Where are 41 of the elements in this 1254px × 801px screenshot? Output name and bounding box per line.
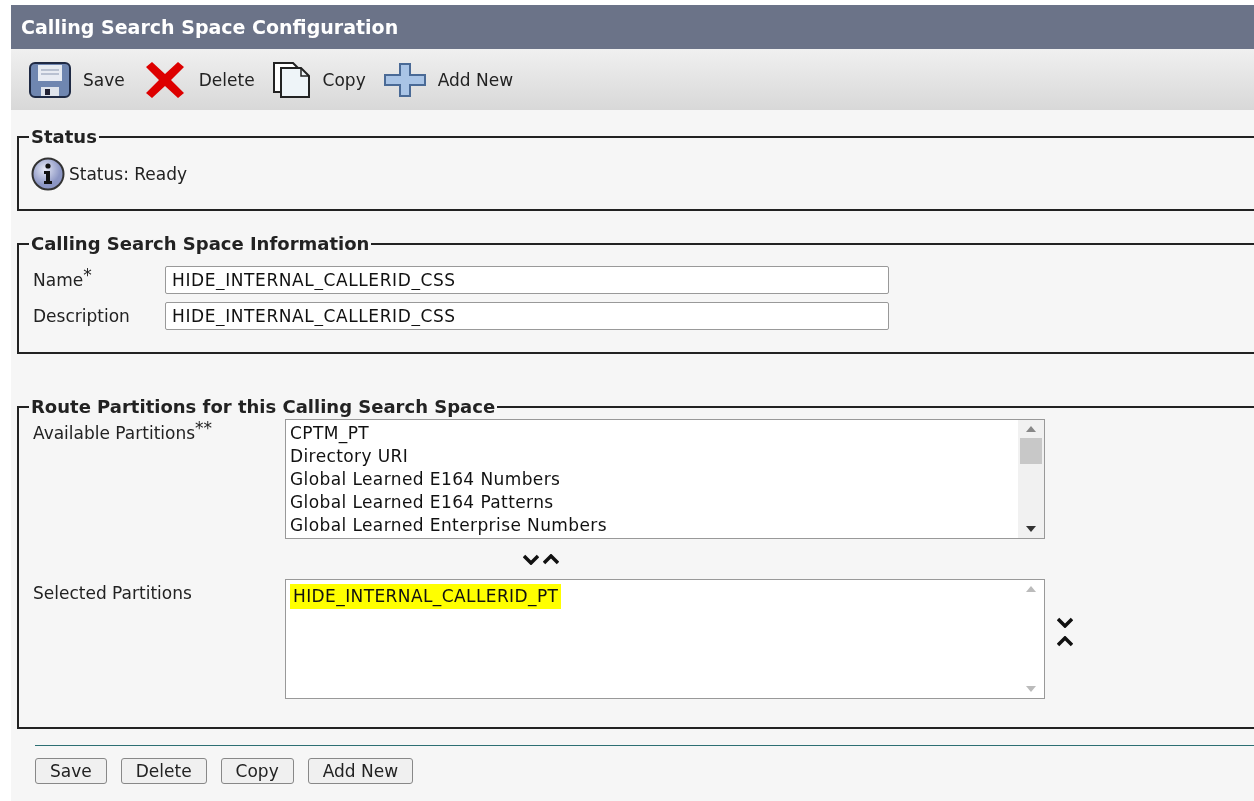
form-button[interactable]: Save bbox=[35, 758, 107, 784]
form-button[interactable]: Add New bbox=[307, 758, 414, 784]
field-label: Description bbox=[33, 306, 131, 326]
list-item[interactable]: Directory URI bbox=[290, 445, 409, 468]
list-item[interactable]: HIDE_INTERNAL_CALLERID_PT bbox=[290, 584, 562, 609]
input-field[interactable]: HIDE_INTERNAL_CALLERID_CSS bbox=[165, 302, 889, 330]
chevron-up-icon bbox=[1057, 636, 1073, 647]
section-legend: Route Partitions for this Calling Search Space bbox=[29, 396, 498, 417]
chevron-up-icon bbox=[543, 553, 559, 565]
input-field[interactable]: HIDE_INTERNAL_CALLERID_CSS bbox=[165, 266, 889, 294]
window-title: Calling Search Space Configuration bbox=[21, 16, 399, 38]
section-legend: Calling Search Space Information bbox=[29, 233, 372, 254]
list-item[interactable]: CPTM_PT bbox=[290, 422, 370, 445]
toolbar-button[interactable]: Add New bbox=[381, 62, 516, 97]
toolbar-button[interactable]: Delete bbox=[140, 60, 257, 99]
list-box[interactable]: HIDE_INTERNAL_CALLERID_PT bbox=[285, 579, 1045, 699]
list-item[interactable]: Global Learned Enterprise Numbers bbox=[290, 514, 607, 537]
status-text: Status: Ready bbox=[69, 164, 188, 184]
move-up-button[interactable] bbox=[1057, 636, 1073, 647]
chevron-down-icon bbox=[523, 553, 539, 565]
scrollbar[interactable] bbox=[1018, 420, 1044, 538]
toolbar-button[interactable]: Save bbox=[27, 61, 127, 98]
scroll-up-icon[interactable] bbox=[1026, 585, 1036, 593]
field-label: Selected Partitions bbox=[33, 582, 193, 603]
chevron-down-icon bbox=[1057, 617, 1073, 628]
move-down-button[interactable] bbox=[523, 553, 539, 565]
move-up-button[interactable] bbox=[543, 553, 559, 565]
section-legend: Status bbox=[29, 126, 99, 147]
plus-icon bbox=[383, 62, 426, 97]
scroll-up-icon[interactable] bbox=[1026, 425, 1036, 433]
scrollbar-thumb[interactable] bbox=[1020, 438, 1042, 464]
list-item[interactable]: Global Learned E164 Numbers bbox=[290, 468, 561, 491]
form-button[interactable]: Copy bbox=[220, 758, 294, 784]
info-icon bbox=[31, 157, 65, 191]
move-down-button[interactable] bbox=[1057, 617, 1073, 628]
scroll-down-icon[interactable] bbox=[1026, 525, 1036, 533]
list-item[interactable]: Global Learned E164 Patterns bbox=[290, 491, 554, 514]
list-box[interactable]: CPTM_PT Directory URI Global Learned E164 Numbers Global Learned E164 Patterns Global Learned Enterprise Numbers bbox=[285, 419, 1045, 539]
toolbar-button[interactable]: Copy bbox=[270, 61, 368, 98]
form-button[interactable]: Delete bbox=[120, 758, 207, 784]
copy-icon bbox=[272, 61, 311, 98]
